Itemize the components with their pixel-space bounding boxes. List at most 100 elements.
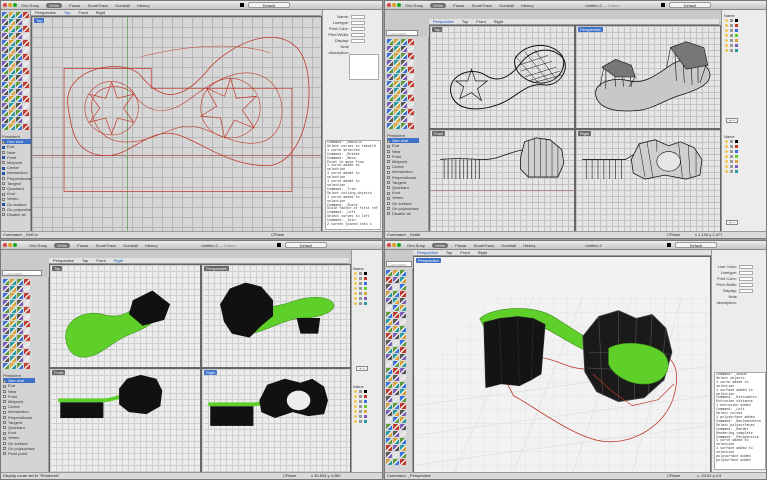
- tool-button-icon[interactable]: [17, 349, 23, 355]
- tool-button-icon[interactable]: [3, 363, 9, 369]
- tool-button-icon[interactable]: [17, 356, 23, 362]
- tool-button-icon[interactable]: [17, 321, 23, 327]
- smarttrack-toggle[interactable]: SmartTrack: [96, 243, 117, 248]
- tool-button-icon[interactable]: [401, 53, 407, 59]
- tool-button-icon[interactable]: [394, 60, 400, 66]
- tool-button-icon[interactable]: [2, 96, 8, 102]
- color-swatch-icon[interactable]: [364, 395, 367, 399]
- color-swatch-icon[interactable]: [364, 390, 367, 394]
- tool-button-icon[interactable]: [386, 340, 392, 346]
- tool-button-icon[interactable]: [401, 123, 407, 129]
- tool-button-icon[interactable]: [17, 293, 23, 299]
- lock-icon[interactable]: [359, 292, 362, 296]
- tool-button-icon[interactable]: [2, 68, 8, 74]
- viewport-front[interactable]: Front: [49, 368, 201, 473]
- checkbox-icon[interactable]: [387, 160, 390, 164]
- checkbox-icon[interactable]: [3, 452, 6, 456]
- property-field[interactable]: [351, 14, 365, 19]
- tool-button-icon[interactable]: [24, 314, 30, 320]
- tool-button-icon[interactable]: [24, 363, 30, 369]
- tool-button-icon[interactable]: [386, 312, 392, 318]
- color-swatch-icon[interactable]: [735, 140, 738, 144]
- tool-button-icon[interactable]: [10, 342, 16, 348]
- lock-icon[interactable]: [359, 415, 362, 419]
- lock-icon[interactable]: [359, 277, 362, 281]
- tool-button-icon[interactable]: [401, 46, 407, 52]
- checkbox-icon[interactable]: [3, 436, 6, 440]
- tool-button-icon[interactable]: [394, 39, 400, 45]
- layer-select[interactable]: Default: [285, 242, 327, 248]
- tool-button-icon[interactable]: [386, 354, 392, 360]
- checkbox-icon[interactable]: [387, 186, 390, 190]
- tool-button-icon[interactable]: [16, 117, 22, 123]
- tool-button-icon[interactable]: [400, 270, 406, 276]
- lock-icon[interactable]: [359, 420, 362, 424]
- tool-button-icon[interactable]: [386, 270, 392, 276]
- tool-button-icon[interactable]: [401, 39, 407, 45]
- tool-button-icon[interactable]: [393, 298, 399, 304]
- tool-button-icon[interactable]: [10, 321, 16, 327]
- tool-button-icon[interactable]: [23, 33, 29, 39]
- lightbulb-icon[interactable]: [725, 155, 728, 159]
- tool-button-icon[interactable]: [393, 417, 399, 423]
- tool-button-icon[interactable]: [16, 54, 22, 60]
- tool-button-icon[interactable]: [393, 403, 399, 409]
- tool-button-icon[interactable]: [408, 60, 414, 66]
- tool-button-icon[interactable]: [386, 452, 392, 458]
- tool-button-icon[interactable]: [9, 19, 15, 25]
- checkbox-icon[interactable]: [387, 144, 390, 148]
- tool-button-icon[interactable]: [408, 46, 414, 52]
- tool-button-icon[interactable]: [9, 103, 15, 109]
- layer-select[interactable]: Default: [248, 2, 290, 8]
- tool-button-icon[interactable]: [387, 67, 393, 73]
- lightbulb-icon[interactable]: [354, 420, 357, 424]
- lock-icon[interactable]: [730, 160, 733, 164]
- lightbulb-icon[interactable]: [354, 292, 357, 296]
- tool-button-icon[interactable]: [24, 279, 30, 285]
- checkbox-icon[interactable]: [387, 212, 390, 216]
- tool-button-icon[interactable]: [16, 40, 22, 46]
- checkbox-icon[interactable]: [2, 197, 5, 201]
- lightbulb-icon[interactable]: [354, 272, 357, 276]
- checkbox-icon[interactable]: [2, 203, 5, 207]
- tool-button-icon[interactable]: [400, 368, 406, 374]
- lock-icon[interactable]: [730, 155, 733, 159]
- checkbox-icon[interactable]: [387, 202, 390, 206]
- lock-icon[interactable]: [359, 410, 362, 414]
- tool-button-icon[interactable]: [24, 328, 30, 334]
- lock-icon[interactable]: [730, 145, 733, 149]
- lock-icon[interactable]: [730, 165, 733, 169]
- tool-button-icon[interactable]: [393, 361, 399, 367]
- tool-button-icon[interactable]: [24, 293, 30, 299]
- tool-button-icon[interactable]: [16, 82, 22, 88]
- tool-button-icon[interactable]: [10, 293, 16, 299]
- tool-button-icon[interactable]: [400, 382, 406, 388]
- tool-button-icon[interactable]: [408, 67, 414, 73]
- checkbox-icon[interactable]: [3, 442, 6, 446]
- lock-icon[interactable]: [359, 405, 362, 409]
- tool-button-icon[interactable]: [386, 333, 392, 339]
- grid-snap-toggle[interactable]: Grid Snap: [405, 3, 423, 8]
- checkbox-icon[interactable]: [2, 208, 5, 212]
- history-toggle[interactable]: History: [137, 3, 149, 8]
- tool-button-icon[interactable]: [401, 74, 407, 80]
- property-field[interactable]: [739, 270, 753, 275]
- lightbulb-icon[interactable]: [725, 145, 728, 149]
- lock-icon[interactable]: [730, 29, 733, 33]
- color-swatch-icon[interactable]: [364, 272, 367, 276]
- checkbox-icon[interactable]: [2, 166, 5, 170]
- lock-icon[interactable]: [359, 395, 362, 399]
- tool-button-icon[interactable]: [23, 68, 29, 74]
- tool-button-icon[interactable]: [9, 12, 15, 18]
- color-swatch-icon[interactable]: [364, 292, 367, 296]
- color-swatch-icon[interactable]: [735, 34, 738, 38]
- tool-button-icon[interactable]: [400, 277, 406, 283]
- tool-button-icon[interactable]: [3, 328, 9, 334]
- tool-button-icon[interactable]: [393, 368, 399, 374]
- smarttrack-toggle[interactable]: SmartTrack: [472, 3, 493, 8]
- tool-button-icon[interactable]: [23, 117, 29, 123]
- tool-button-icon[interactable]: [2, 110, 8, 116]
- tool-button-icon[interactable]: [400, 452, 406, 458]
- ortho-toggle[interactable]: Ortho: [46, 3, 63, 8]
- checkbox-icon[interactable]: [2, 140, 5, 144]
